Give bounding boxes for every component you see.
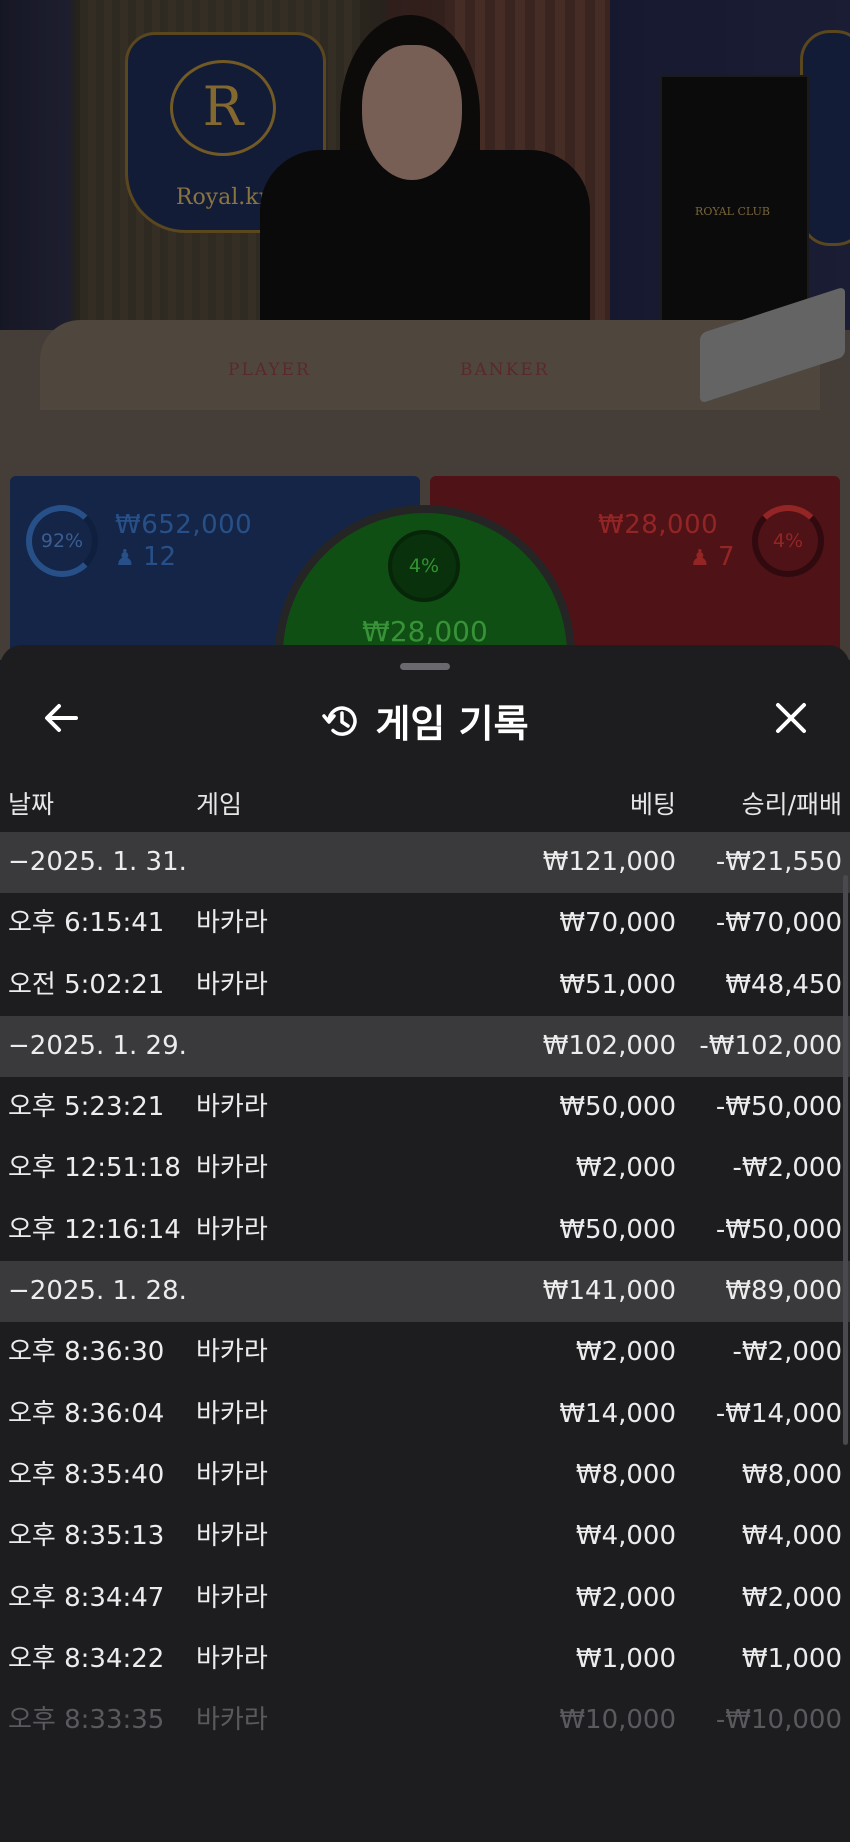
date-group-row[interactable]: −2025. 1. 29. ₩102,000 -₩102,000: [0, 1015, 850, 1078]
game-cell: 바카라: [196, 1705, 268, 1736]
game-cell: 바카라: [196, 1643, 268, 1674]
history-icon: [322, 705, 358, 736]
time-cell: 오후 8:34:47: [8, 1582, 165, 1613]
result-cell: -₩50,000: [715, 1214, 842, 1245]
table-row[interactable]: 오후 5:23:21 바카라 ₩50,000 -₩50,000: [0, 1077, 850, 1138]
time-cell: 오후 8:35:40: [8, 1459, 165, 1490]
table-row[interactable]: 오후 12:16:14 바카라 ₩50,000 -₩50,000: [0, 1200, 850, 1261]
game-cell: 바카라: [196, 1214, 268, 1245]
table-row[interactable]: 오후 8:36:30 바카라 ₩2,000 -₩2,000: [0, 1322, 850, 1383]
time-cell: 오후 6:15:41: [8, 908, 165, 939]
bet-cell: ₩50,000: [559, 1092, 676, 1123]
result-cell: -₩10,000: [715, 1705, 842, 1736]
bet-cell: ₩10,000: [559, 1705, 676, 1736]
table-row[interactable]: 오후 8:36:04 바카라 ₩14,000 -₩14,000: [0, 1384, 850, 1445]
game-cell: 바카라: [196, 908, 268, 939]
game-cell: 바카라: [196, 1337, 268, 1368]
bet-cell: ₩1,000: [575, 1643, 676, 1674]
scrollbar[interactable]: [843, 875, 848, 1445]
table-row[interactable]: 오후 8:35:13 바카라 ₩4,000 ₩4,000: [0, 1506, 850, 1567]
history-list[interactable]: −2025. 1. 31. ₩121,000 -₩21,550 오후 6:15:41 바…: [0, 832, 850, 1751]
date-label: −2025. 1. 31.: [8, 847, 187, 877]
game-cell: 바카라: [196, 1398, 268, 1429]
bet-cell: ₩70,000: [559, 908, 676, 939]
sheet-drag-handle[interactable]: [400, 663, 450, 670]
table-row[interactable]: 오후 8:34:22 바카라 ₩1,000 ₩1,000: [0, 1629, 850, 1690]
table-row[interactable]: 오후 6:15:41 바카라 ₩70,000 -₩70,000: [0, 893, 850, 954]
column-header-date: 날짜: [8, 790, 55, 819]
result-cell: -₩50,000: [715, 1092, 842, 1123]
table-row[interactable]: 오후 8:35:40 바카라 ₩8,000 ₩8,000: [0, 1445, 850, 1506]
bet-cell: ₩102,000: [542, 1030, 676, 1061]
result-cell: ₩48,450: [725, 969, 842, 1000]
time-cell: 오전 5:02:21: [8, 969, 165, 1000]
result-cell: ₩89,000: [725, 1276, 842, 1307]
game-cell: 바카라: [196, 1521, 268, 1552]
date-label: −2025. 1. 28.: [8, 1276, 187, 1307]
time-cell: 오후 8:36:04: [8, 1398, 165, 1429]
live-video: R Royal.kr ROYAL CLUB PLAYER BANKER 92% …: [0, 0, 850, 660]
bet-cell: ₩2,000: [575, 1153, 676, 1184]
time-cell: 오후 5:23:21: [8, 1092, 165, 1123]
bet-cell: ₩2,000: [575, 1337, 676, 1368]
column-header-bet: 베팅: [629, 790, 676, 819]
column-header-game: 게임: [196, 790, 243, 819]
date-group-row[interactable]: −2025. 1. 31. ₩121,000 -₩21,550: [0, 832, 850, 894]
table-row[interactable]: 오전 5:02:21 바카라 ₩51,000 ₩48,450: [0, 955, 850, 1016]
bet-cell: ₩14,000: [559, 1398, 676, 1429]
result-cell: -₩2,000: [732, 1337, 842, 1368]
game-cell: 바카라: [196, 1582, 268, 1613]
sheet-header: 게임 기록: [0, 693, 850, 748]
time-cell: 오후 8:33:35: [8, 1705, 165, 1736]
result-cell: -₩2,000: [732, 1153, 842, 1184]
close-button[interactable]: [768, 695, 814, 741]
bet-cell: ₩51,000: [559, 969, 676, 1000]
result-cell: ₩4,000: [741, 1521, 842, 1552]
time-cell: 오후 12:51:18: [8, 1153, 181, 1184]
result-cell: ₩1,000: [741, 1643, 842, 1674]
result-cell: -₩21,550: [715, 847, 842, 877]
bet-cell: ₩2,000: [575, 1582, 676, 1613]
time-cell: 오후 8:34:22: [8, 1643, 165, 1674]
bet-cell: ₩8,000: [575, 1459, 676, 1490]
table-row[interactable]: 오후 8:34:47 바카라 ₩2,000 ₩2,000: [0, 1568, 850, 1629]
game-cell: 바카라: [196, 1092, 268, 1123]
result-cell: ₩2,000: [741, 1582, 842, 1613]
game-cell: 바카라: [196, 969, 268, 1000]
modal-dim-overlay[interactable]: [0, 0, 850, 660]
result-cell: ₩8,000: [741, 1459, 842, 1490]
time-cell: 오후 8:36:30: [8, 1337, 165, 1368]
bet-cell: ₩121,000: [542, 847, 676, 877]
time-cell: 오후 8:35:13: [8, 1521, 165, 1552]
table-row[interactable]: 오후 8:33:35 바카라 ₩10,000 -₩10,000: [0, 1690, 850, 1751]
column-header-result: 승리/패배: [741, 790, 842, 819]
date-label: −2025. 1. 29.: [8, 1030, 187, 1061]
close-icon: [776, 703, 806, 733]
game-cell: 바카라: [196, 1459, 268, 1490]
bet-cell: ₩4,000: [575, 1521, 676, 1552]
date-group-row[interactable]: −2025. 1. 28. ₩141,000 ₩89,000: [0, 1261, 850, 1323]
time-cell: 오후 12:16:14: [8, 1214, 181, 1245]
bet-cell: ₩141,000: [542, 1276, 676, 1307]
sheet-title-group: 게임 기록: [321, 693, 529, 748]
result-cell: -₩102,000: [699, 1030, 842, 1061]
result-cell: -₩70,000: [715, 908, 842, 939]
bet-cell: ₩50,000: [559, 1214, 676, 1245]
game-history-sheet: 게임 기록 날짜 게임 베팅 승리/패배 −2025. 1. 31. ₩121,0…: [0, 645, 850, 1842]
game-cell: 바카라: [196, 1153, 268, 1184]
table-row[interactable]: 오후 12:51:18 바카라 ₩2,000 -₩2,000: [0, 1138, 850, 1199]
result-cell: -₩14,000: [715, 1398, 842, 1429]
page-title: 게임 기록: [375, 702, 529, 746]
